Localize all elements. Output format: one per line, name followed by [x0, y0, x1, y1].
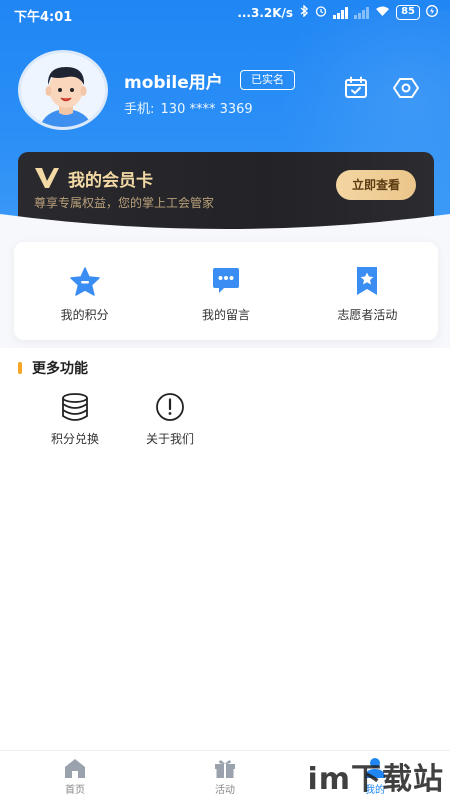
- quick-item-label: 志愿者活动: [337, 308, 398, 322]
- member-card-title: 我的会员卡: [68, 171, 153, 191]
- nav-activity[interactable]: 活动: [150, 751, 300, 800]
- section-title: 更多功能: [32, 361, 88, 377]
- gift-icon: [215, 760, 235, 778]
- signal-2-icon: [354, 6, 370, 19]
- quick-item-points[interactable]: 我的积分: [14, 242, 155, 340]
- signal-icon: [333, 6, 349, 19]
- status-indicators: ...3.2K/s 85: [237, 4, 438, 20]
- nav-label: 首页: [65, 785, 85, 796]
- bluetooth-icon: [299, 4, 309, 20]
- func-item-points-exchange[interactable]: 积分兑换: [35, 392, 115, 447]
- quick-item-label: 我的积分: [60, 308, 109, 322]
- status-bar: 下午4:01 ...3.2K/s 85: [0, 0, 450, 28]
- more-functions-title: 更多功能: [18, 358, 88, 378]
- database-icon: [62, 393, 88, 421]
- quick-item-volunteer[interactable]: 志愿者活动: [297, 242, 438, 340]
- func-item-about-us[interactable]: 关于我们: [130, 392, 210, 447]
- calendar-check-icon[interactable]: [342, 74, 370, 102]
- network-speed: ...3.2K/s: [237, 5, 294, 20]
- quick-item-messages[interactable]: 我的留言: [155, 242, 296, 340]
- phone-number: 手机: 130 **** 3369: [124, 98, 253, 117]
- phone-label: 手机:: [124, 102, 155, 117]
- func-item-label: 关于我们: [145, 432, 194, 446]
- nav-home[interactable]: 首页: [0, 751, 150, 800]
- section-accent-bar: [18, 362, 22, 374]
- bookmark-star-icon: [357, 267, 378, 295]
- avatar[interactable]: [18, 50, 108, 130]
- phone-value: 130 **** 3369: [160, 102, 253, 117]
- battery-indicator: 85: [396, 5, 420, 20]
- status-time: 下午4:01: [14, 10, 73, 25]
- star-icon: [69, 267, 100, 296]
- vip-v-icon: [35, 168, 59, 188]
- func-item-label: 积分兑换: [50, 432, 99, 446]
- info-circle-icon: [156, 393, 184, 421]
- watermark: im下载站: [307, 762, 444, 797]
- chat-bubble-icon: [212, 268, 239, 293]
- charging-icon: [426, 5, 438, 20]
- username: mobile用户: [124, 73, 223, 93]
- verified-badge: 已实名: [240, 70, 295, 90]
- quick-actions-panel: 我的积分 我的留言 志愿者活动: [14, 242, 438, 340]
- nav-label: 活动: [215, 785, 235, 796]
- alarm-icon: [315, 5, 327, 20]
- quick-item-label: 我的留言: [201, 308, 250, 322]
- home-icon: [65, 759, 85, 778]
- settings-hexagon-icon[interactable]: [392, 74, 420, 102]
- wifi-icon: [375, 5, 390, 20]
